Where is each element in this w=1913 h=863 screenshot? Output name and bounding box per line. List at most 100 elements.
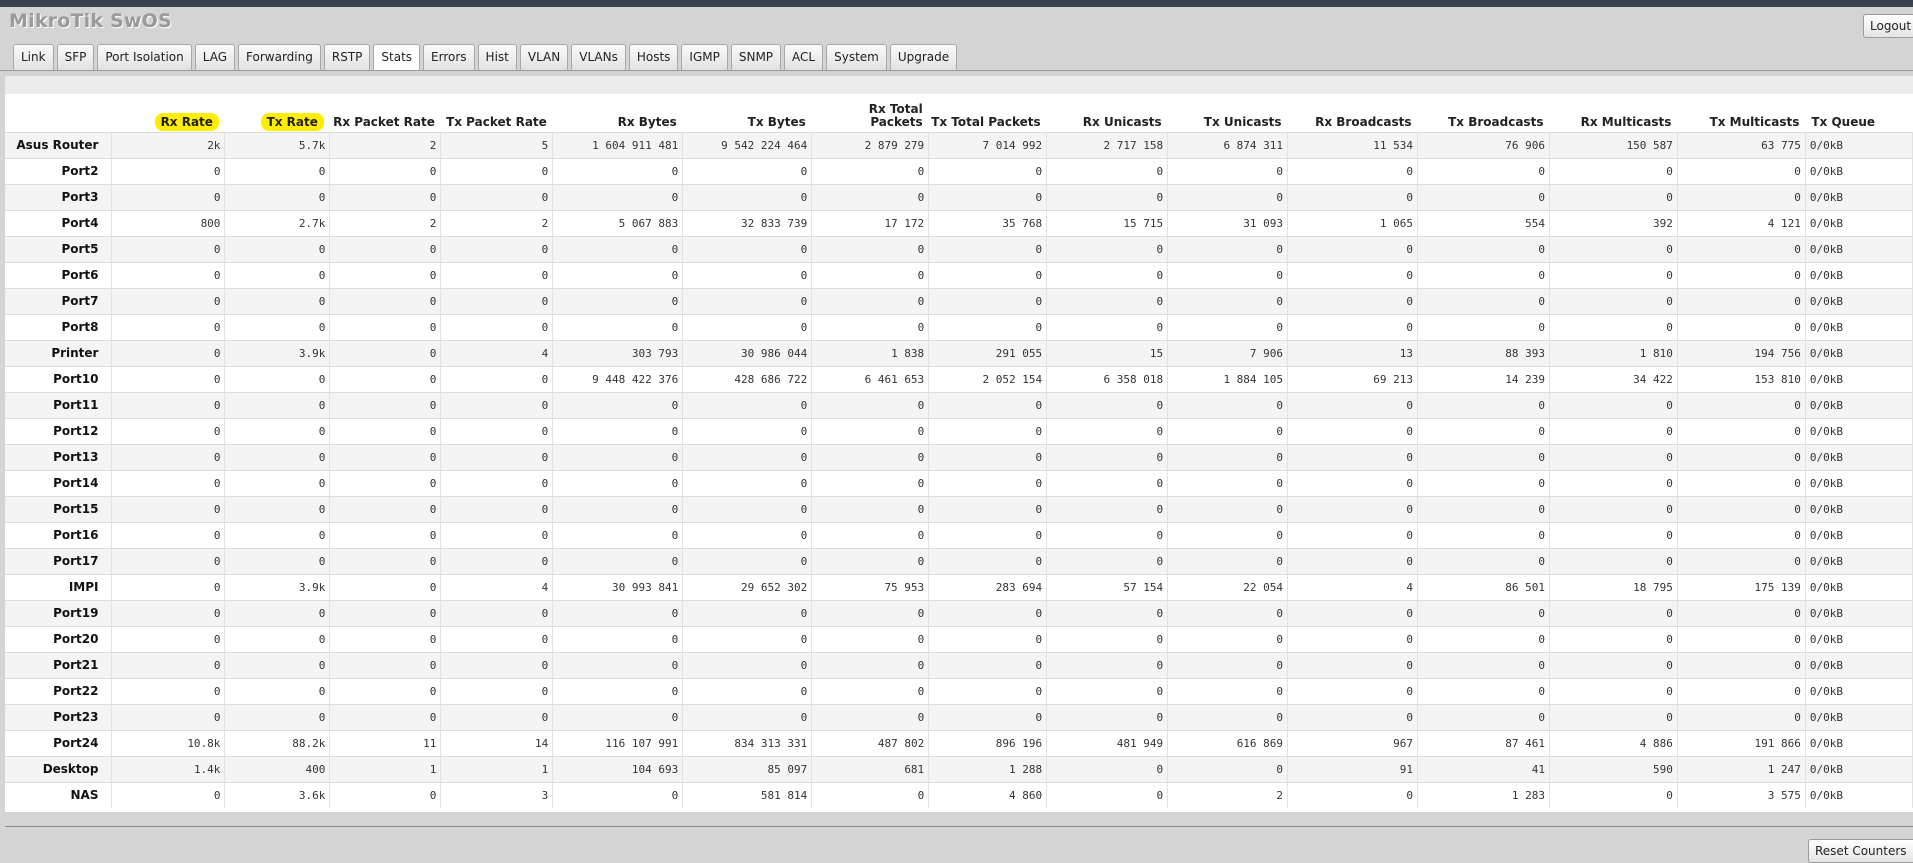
stat-cell: 0 — [1167, 157, 1289, 184]
stat-cell: 0 — [224, 443, 331, 470]
stat-cell: 0 — [1677, 521, 1806, 548]
stat-cell: 834 313 331 — [682, 729, 813, 756]
tab-forwarding[interactable]: Forwarding — [238, 44, 321, 70]
stat-cell: 0 — [1677, 287, 1806, 314]
stat-cell: 0 — [928, 521, 1048, 548]
stat-cell: 0 — [440, 157, 554, 184]
stat-cell: 0 — [440, 469, 554, 496]
stat-cell: 0 — [329, 651, 442, 678]
stat-cell: 0 — [1046, 287, 1169, 314]
stat-cell: 30 986 044 — [682, 339, 813, 366]
stat-cell: 0 — [1417, 313, 1550, 340]
stat-cell: 616 869 — [1167, 729, 1289, 756]
stat-cell: 15 715 — [1046, 209, 1169, 236]
stat-cell: 681 — [811, 755, 930, 782]
stat-cell: 0 — [928, 183, 1048, 210]
stat-cell: 69 213 — [1287, 365, 1419, 392]
stat-cell: 0 — [224, 261, 331, 288]
tab-vlans[interactable]: VLANs — [571, 44, 626, 70]
stat-cell: 75 953 — [811, 573, 930, 600]
stat-cell: 0 — [1287, 495, 1419, 522]
stat-cell: 0 — [224, 625, 331, 652]
tab-snmp[interactable]: SNMP — [730, 44, 782, 70]
stat-cell: 0 — [1046, 391, 1169, 418]
stat-cell: 0 — [329, 157, 442, 184]
stat-cell: 0 — [329, 495, 442, 522]
stat-cell: 0 — [552, 599, 684, 626]
stat-cell: 0 — [928, 495, 1048, 522]
tab-upgrade[interactable]: Upgrade — [889, 44, 958, 70]
port-name: IMPI — [5, 573, 113, 600]
stat-cell: 0 — [224, 469, 331, 496]
tab-lag[interactable]: LAG — [194, 44, 236, 70]
stat-cell: 487 802 — [811, 729, 930, 756]
stat-cell: 0 — [1167, 287, 1289, 314]
stat-cell: 41 — [1417, 755, 1550, 782]
stat-cell: 0 — [111, 573, 226, 600]
stat-cell: 0 — [1549, 391, 1678, 418]
stat-cell: 0/0kB — [1805, 495, 1913, 522]
stat-cell: 0 — [329, 235, 442, 262]
tab-hosts[interactable]: Hosts — [628, 44, 679, 70]
stat-cell: 32 833 739 — [682, 209, 813, 236]
port-name: NAS — [5, 781, 113, 808]
stat-cell: 0 — [224, 365, 331, 392]
tab-sfp[interactable]: SFP — [56, 44, 95, 70]
column-header-tx-broadcasts: Tx Broadcasts — [1448, 114, 1544, 129]
tab-system[interactable]: System — [826, 44, 887, 70]
stat-cell: 0 — [928, 599, 1048, 626]
stat-cell: 3 — [440, 781, 554, 808]
stat-cell: 0 — [440, 625, 554, 652]
tab-acl[interactable]: ACL — [784, 44, 824, 70]
column-header-tx-bytes: Tx Bytes — [747, 114, 806, 129]
stat-cell: 1 283 — [1417, 781, 1550, 808]
tab-rstp[interactable]: RSTP — [323, 44, 371, 70]
stat-cell: 0 — [224, 547, 331, 574]
stat-cell: 0 — [1417, 651, 1550, 678]
stat-cell: 0 — [1677, 651, 1806, 678]
stat-cell: 0 — [1677, 157, 1806, 184]
table-row: Port13 0 0 0 0 0 0 0 0 0 0 0 0 0 0 0/0kB — [5, 443, 1913, 470]
tab-igmp[interactable]: IGMP — [681, 44, 728, 70]
stat-cell: 0 — [1287, 443, 1419, 470]
stat-cell: 581 814 — [682, 781, 813, 808]
stat-cell: 0 — [552, 157, 684, 184]
reset-counters-button[interactable]: Reset Counters — [1808, 839, 1913, 863]
stat-cell: 0 — [928, 651, 1048, 678]
logout-button[interactable]: Logout — [1863, 14, 1913, 38]
stat-cell: 0 — [1549, 495, 1678, 522]
stat-cell: 0 — [224, 677, 331, 704]
table-row: Port22 0 0 0 0 0 0 0 0 0 0 0 0 0 0 0/0kB — [5, 677, 1913, 704]
column-header-tx-multicasts: Tx Multicasts — [1709, 114, 1800, 129]
tab-port-isolation[interactable]: Port Isolation — [97, 44, 192, 70]
stat-cell: 1 065 — [1287, 209, 1419, 236]
tab-errors[interactable]: Errors — [423, 44, 475, 70]
stat-cell: 0 — [440, 677, 554, 704]
tab-hist[interactable]: Hist — [477, 44, 517, 70]
stat-cell: 4 886 — [1549, 729, 1678, 756]
stat-cell: 0 — [811, 469, 930, 496]
tab-vlan[interactable]: VLAN — [519, 44, 569, 70]
stat-cell: 1 247 — [1677, 755, 1806, 782]
tab-stats[interactable]: Stats — [373, 44, 421, 71]
stat-cell: 0 — [440, 235, 554, 262]
column-header-tx-unicasts: Tx Unicasts — [1203, 114, 1282, 129]
stat-cell: 0 — [1046, 703, 1169, 730]
stat-cell: 0 — [111, 365, 226, 392]
stat-cell: 0 — [224, 235, 331, 262]
header-strip — [5, 76, 1913, 94]
stat-cell: 7 906 — [1167, 339, 1289, 366]
stat-cell: 0 — [1677, 443, 1806, 470]
stat-cell: 0 — [928, 391, 1048, 418]
stat-cell: 0 — [1046, 521, 1169, 548]
top-bar — [0, 0, 1913, 7]
stat-cell: 0 — [1287, 781, 1419, 808]
stat-cell: 0 — [552, 703, 684, 730]
stat-cell: 0 — [1417, 469, 1550, 496]
stat-cell: 0/0kB — [1805, 313, 1913, 340]
table-header-row: Rx Rate Tx Rate Rx Packet Rate Tx Packet Ra… — [5, 94, 1913, 132]
tab-link[interactable]: Link — [13, 44, 54, 70]
port-name: Port12 — [5, 417, 113, 444]
stat-cell: 0 — [329, 573, 442, 600]
stat-cell: 0 — [440, 261, 554, 288]
